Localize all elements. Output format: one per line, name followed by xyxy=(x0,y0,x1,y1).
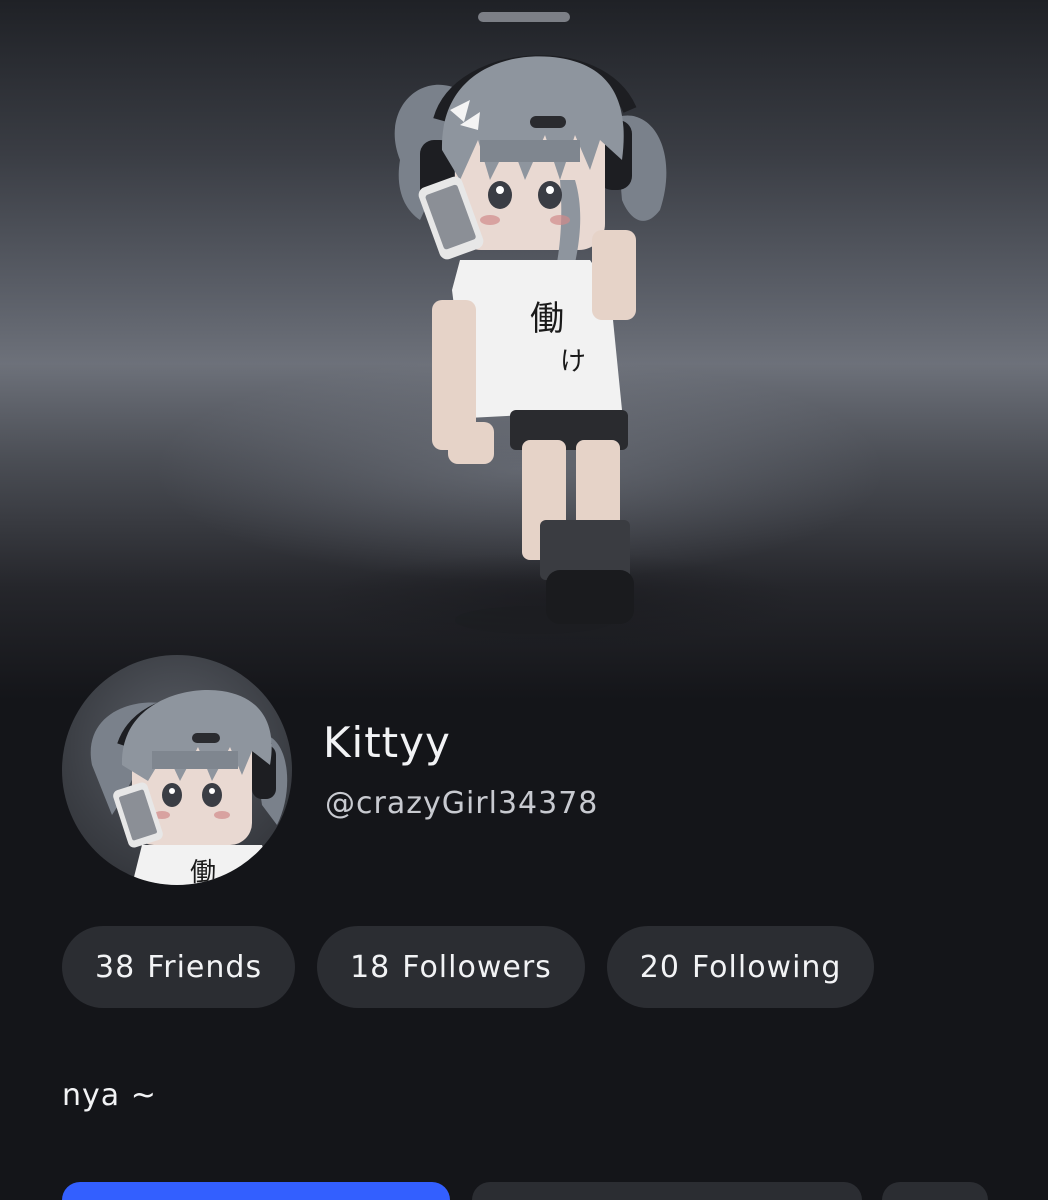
avatar-headshot[interactable]: 働 xyxy=(62,655,292,885)
following-count-button[interactable]: 20 Following xyxy=(606,926,875,1008)
following-label: Following xyxy=(691,949,842,985)
profile-bio: nya ~ xyxy=(62,1078,157,1113)
sheet-grabber-handle[interactable] xyxy=(478,12,570,22)
friends-count-button[interactable]: 38 Friends xyxy=(62,926,296,1008)
profile-actions xyxy=(62,1182,1048,1200)
stats-row: 38 Friends 18 Followers 20 Following xyxy=(62,926,875,1008)
followers-count-button[interactable]: 18 Followers xyxy=(317,926,585,1008)
username: @crazyGirl34378 xyxy=(325,786,599,821)
followers-count: 18 xyxy=(350,949,391,985)
friends-count: 38 xyxy=(95,949,136,985)
followers-label: Followers xyxy=(402,949,552,985)
display-name: Kittyy xyxy=(323,718,451,767)
svg-text:け: け xyxy=(560,347,586,377)
more-options-button[interactable] xyxy=(882,1182,988,1200)
following-count: 20 xyxy=(639,949,680,985)
profile-screen: 働 け 働 Kittyy @crazyGirl34378 38 Friends … xyxy=(0,0,1048,1200)
primary-action-button[interactable] xyxy=(62,1182,450,1200)
roblox-avatar-3d-icon: 働 け xyxy=(394,55,667,634)
secondary-action-button[interactable] xyxy=(472,1182,862,1200)
svg-text:働: 働 xyxy=(190,858,216,885)
svg-text:働: 働 xyxy=(530,299,564,339)
avatar-3d-viewport[interactable]: 働 け xyxy=(0,0,1048,700)
friends-label: Friends xyxy=(147,949,263,985)
avatar-headshot-icon: 働 xyxy=(90,689,288,885)
